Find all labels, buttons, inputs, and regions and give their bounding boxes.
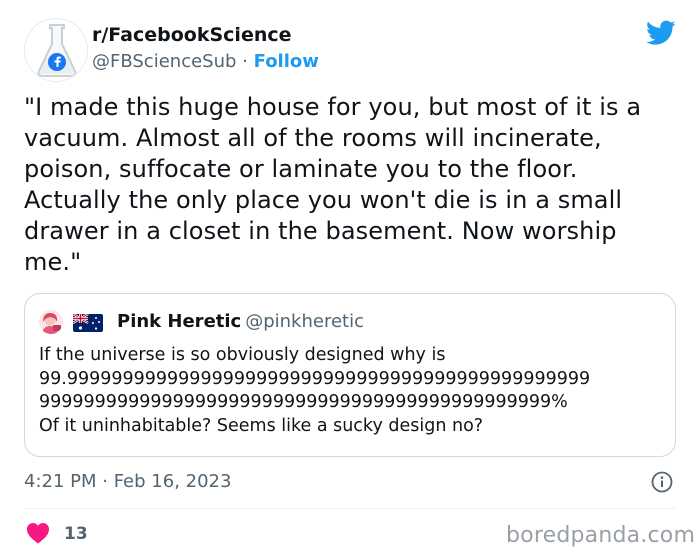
quoted-author-name[interactable]: Pink Heretic <box>117 311 241 332</box>
quoted-text: If the universe is so obviously designed… <box>39 344 663 438</box>
quoted-text-line: If the universe is so obviously designed… <box>39 345 446 365</box>
watermark: boredpanda.com <box>506 523 696 548</box>
twitter-bird-icon[interactable] <box>646 20 676 46</box>
tweet-text: "I made this huge house for you, but mos… <box>24 93 642 276</box>
tweet-timestamp[interactable]: 4:21 PM · Feb 16, 2023 <box>24 470 231 494</box>
quoted-tweet[interactable]: Pink Heretic @pinkheretic If the universe… <box>24 293 676 457</box>
quoted-text-line: Of it uninhabitable? Seems like a sucky … <box>39 415 484 436</box>
avatar-illustration-icon <box>39 310 63 334</box>
author-info: r/FacebookScience @FBScienceSub · Follow <box>92 22 319 76</box>
author-name[interactable]: r/FacebookScience <box>92 22 319 48</box>
quoted-author: Pink Heretic @pinkheretic <box>117 311 364 333</box>
author-handle-line: @FBScienceSub · Follow <box>92 48 319 76</box>
heart-icon[interactable] <box>26 522 50 544</box>
quoted-avatar[interactable] <box>39 310 63 334</box>
australia-flag-icon <box>73 314 103 332</box>
quoted-author-handle[interactable]: @pinkheretic <box>245 311 364 332</box>
info-icon[interactable] <box>651 471 673 493</box>
author-handle[interactable]: @FBScienceSub <box>92 51 236 72</box>
separator: · <box>242 51 248 72</box>
divider <box>24 508 676 509</box>
quoted-text-line: 99.9999999999999999999999999999999999999… <box>39 368 591 389</box>
follow-button[interactable]: Follow <box>254 51 319 72</box>
tweet-header: r/FacebookScience @FBScienceSub · Follow <box>24 18 684 82</box>
author-avatar[interactable] <box>24 18 88 82</box>
like-count: 13 <box>64 524 88 544</box>
quoted-text-line: 9999999999999999999999999999999999999999… <box>39 392 568 412</box>
flask-icon <box>37 24 77 77</box>
